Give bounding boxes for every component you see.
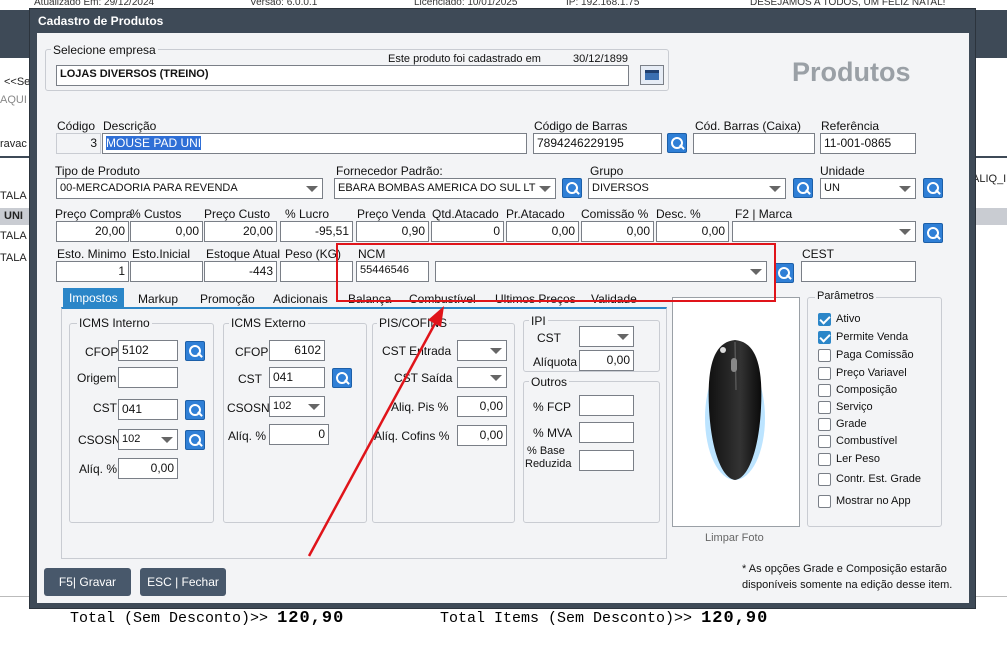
annotation-arrow — [307, 306, 444, 557]
